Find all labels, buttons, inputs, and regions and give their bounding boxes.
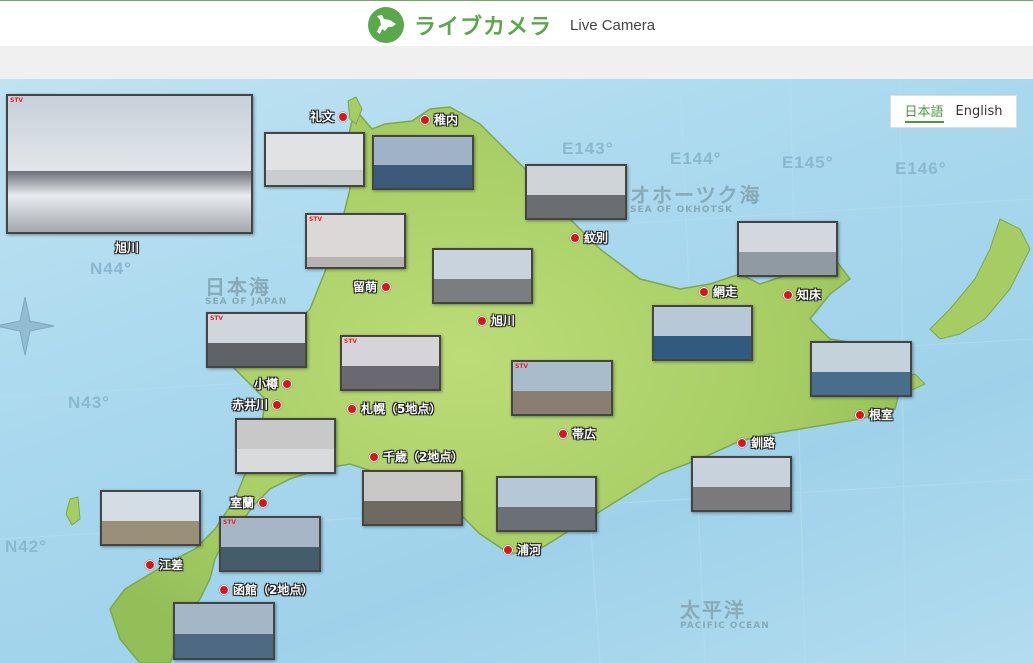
location-label: 江差	[159, 558, 184, 572]
location-pin-sapporo[interactable]: 札幌（5地点）	[347, 400, 441, 417]
featured-camera-thumbnail[interactable]: STV	[6, 94, 253, 234]
pin-icon	[347, 403, 357, 414]
camera-thumbnail-kushiro[interactable]	[691, 456, 792, 512]
lang-english[interactable]: English	[956, 104, 1003, 119]
sea-label: 太平洋	[680, 598, 746, 622]
location-pin-rumoi[interactable]: 留萌	[353, 278, 392, 295]
camera-thumbnail-rumoi[interactable]: STV	[305, 213, 406, 269]
camera-thumbnail-obihiro[interactable]: STV	[511, 360, 613, 416]
pin-icon	[783, 289, 793, 300]
location-label: 網走	[713, 285, 738, 299]
location-label: 小樽	[254, 377, 279, 391]
camera-thumbnail-nemuro[interactable]	[810, 341, 912, 397]
coord-label: E143°	[562, 139, 614, 158]
pin-icon	[145, 559, 155, 570]
nav-bar	[0, 46, 1033, 79]
sea-label: PACIFIC OCEAN	[680, 621, 770, 631]
camera-thumbnail-urakawa[interactable]	[496, 476, 597, 532]
camera-thumbnail-asahikawa[interactable]	[432, 248, 533, 304]
location-pin-akaigawa[interactable]: 赤井川	[232, 396, 283, 413]
stv-logo: STV	[10, 97, 24, 104]
location-label: 函館（2地点）	[233, 583, 314, 597]
pin-icon	[258, 497, 269, 508]
sea-label: 日本海	[205, 275, 271, 299]
pin-icon	[219, 584, 229, 595]
location-pin-shiretoko[interactable]: 知床	[783, 286, 821, 303]
camera-thumbnail-chitose[interactable]	[362, 470, 463, 526]
location-pin-nemuro[interactable]: 根室	[855, 406, 893, 423]
location-label: 留萌	[353, 280, 378, 294]
hokkaido-icon	[368, 7, 404, 43]
camera-thumbnail-abashiri[interactable]	[652, 305, 753, 361]
location-pin-abashiri[interactable]: 網走	[699, 283, 737, 300]
camera-thumbnail-monbetsu[interactable]	[525, 164, 627, 220]
location-pin-esashi[interactable]: 江差	[145, 556, 183, 573]
coord-label: E144°	[670, 149, 722, 168]
location-label: 千歳（2地点）	[383, 450, 464, 464]
location-pin-wakkanai[interactable]: 稚内	[420, 111, 458, 128]
location-pin-monbetsu[interactable]: 紋別	[570, 229, 608, 246]
pin-icon	[477, 315, 487, 326]
location-label: 帯広	[572, 427, 597, 441]
location-pin-obihiro[interactable]: 帯広	[558, 425, 596, 442]
lang-japanese[interactable]: 日本語	[904, 101, 944, 123]
coord-label: N43°	[68, 393, 110, 412]
site-subtitle: Live Camera	[570, 16, 656, 34]
camera-thumbnail-shiretoko[interactable]	[737, 221, 838, 277]
location-label: 旭川	[491, 314, 516, 328]
coord-label: E146°	[895, 159, 947, 178]
location-pin-rebun[interactable]: 礼文	[310, 108, 349, 125]
location-label: 知床	[797, 288, 822, 302]
location-label: 室蘭	[230, 496, 255, 510]
pin-icon	[558, 428, 568, 439]
sea-label: SEA OF OKHOTSK	[630, 205, 734, 215]
pin-icon	[699, 286, 709, 297]
camera-thumbnail-muroran[interactable]: STV	[219, 516, 321, 572]
camera-thumbnail-esashi[interactable]	[100, 490, 201, 546]
location-label: 赤井川	[232, 398, 269, 412]
pin-icon	[272, 399, 283, 410]
location-label: 札幌（5地点）	[361, 402, 442, 416]
location-pin-urakawa[interactable]: 浦河	[503, 541, 541, 558]
coord-label: N44°	[90, 259, 132, 278]
featured-camera-label: 旭川	[115, 241, 140, 255]
camera-thumbnail-hakodate[interactable]	[173, 602, 275, 660]
camera-thumbnail-wakkanai[interactable]	[372, 135, 474, 190]
location-label: 紋別	[584, 231, 609, 245]
pin-icon	[855, 409, 865, 420]
site-logo[interactable]: ライブカメラ Live Camera	[368, 7, 655, 43]
location-pin-otaru[interactable]: 小樽	[254, 375, 293, 392]
location-label: 釧路	[751, 436, 776, 450]
pin-icon	[282, 378, 293, 389]
pin-icon	[369, 451, 379, 462]
pin-icon	[420, 114, 430, 125]
location-label: 浦河	[517, 543, 542, 557]
location-label: 根室	[869, 408, 894, 422]
camera-thumbnail-otaru[interactable]: STV	[206, 312, 307, 368]
pin-icon	[570, 232, 580, 243]
compass-rose-icon	[0, 296, 55, 356]
pin-icon	[381, 281, 392, 292]
sea-label: オホーツク海	[630, 183, 762, 207]
coord-label: N42°	[5, 537, 47, 556]
location-pin-muroran[interactable]: 室蘭	[230, 494, 269, 511]
coord-label: E145°	[782, 153, 834, 172]
camera-thumbnail-akaigawa[interactable]	[235, 418, 336, 474]
camera-thumbnail-sapporo[interactable]: STV	[340, 335, 441, 391]
sea-label: SEA OF JAPAN	[205, 297, 288, 307]
site-header: ライブカメラ Live Camera	[0, 0, 1033, 46]
pin-icon	[338, 111, 349, 122]
location-pin-chitose[interactable]: 千歳（2地点）	[369, 448, 463, 465]
location-pin-kushiro[interactable]: 釧路	[737, 434, 775, 451]
location-pin-hakodate[interactable]: 函館（2地点）	[219, 581, 313, 598]
pin-icon	[503, 544, 513, 555]
location-label: 稚内	[434, 113, 459, 127]
location-pin-asahikawa[interactable]: 旭川	[477, 312, 515, 329]
site-title: ライブカメラ	[414, 15, 553, 40]
camera-thumbnail-rebun[interactable]	[264, 132, 365, 187]
location-label: 礼文	[310, 110, 335, 124]
pin-icon	[737, 437, 747, 448]
language-switch: 日本語 English	[890, 95, 1017, 128]
